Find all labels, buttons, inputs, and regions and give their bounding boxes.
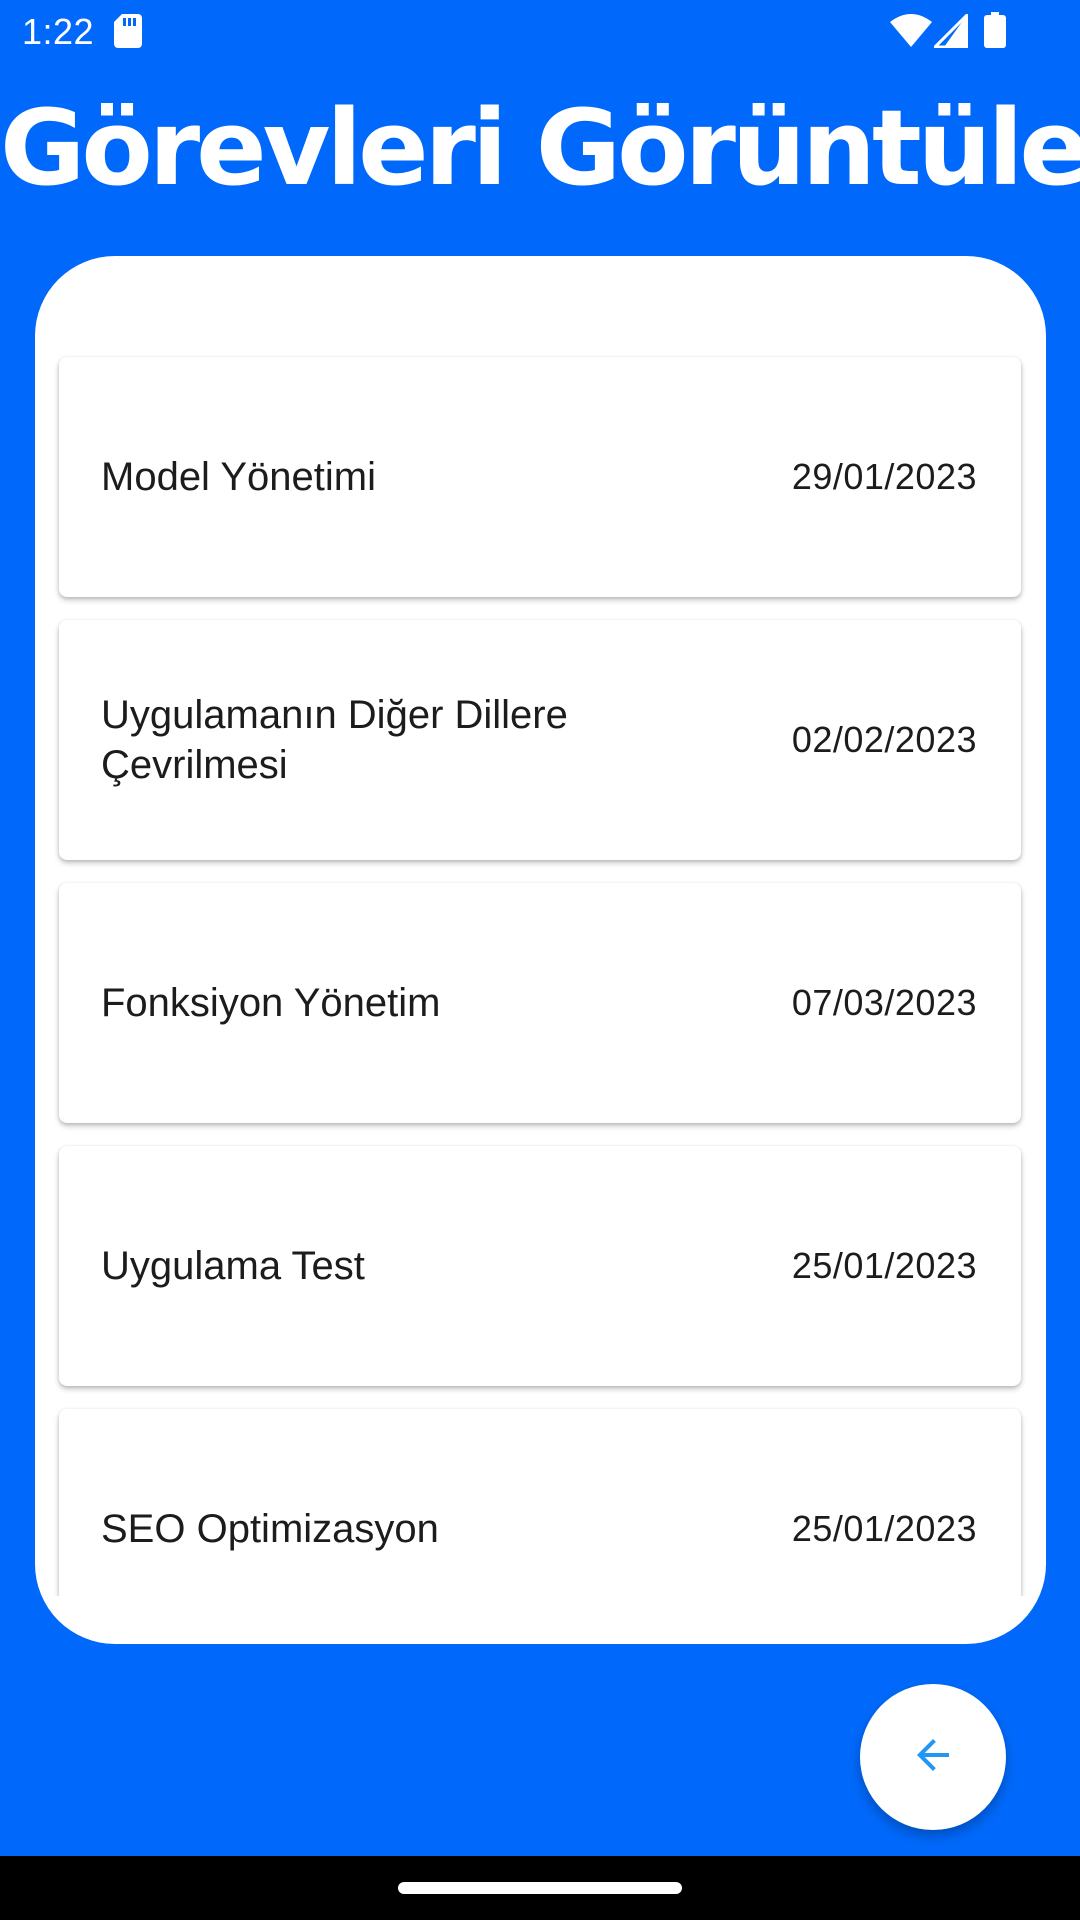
signal-icon — [931, 11, 969, 53]
page-title: Görevleri Görüntüle — [0, 87, 1080, 209]
task-panel: Model Yönetimi 29/01/2023 Uygulamanın Di… — [35, 256, 1046, 1644]
wifi-icon — [890, 14, 932, 53]
battery-icon — [984, 12, 1006, 53]
task-name: Model Yönetimi — [101, 455, 376, 499]
back-button[interactable] — [860, 1684, 1006, 1830]
task-date: 29/01/2023 — [791, 456, 977, 497]
status-bar: 1:22 — [0, 0, 1080, 64]
arrow-back-icon — [909, 1731, 957, 1784]
task-card[interactable]: Uygulama Test 25/01/2023 — [59, 1146, 1021, 1386]
status-time: 1:22 — [22, 11, 95, 52]
home-handle[interactable] — [398, 1882, 682, 1894]
task-card[interactable]: SEO Optimizasyon 25/01/2023 — [59, 1409, 1021, 1596]
task-card[interactable]: Model Yönetimi 29/01/2023 — [59, 357, 1021, 597]
task-date: 02/02/2023 — [791, 719, 977, 760]
task-name: Uygulama Test — [101, 1244, 365, 1288]
task-name: SEO Optimizasyon — [101, 1507, 439, 1551]
task-date: 07/03/2023 — [791, 982, 977, 1023]
system-nav-bar — [0, 1856, 1080, 1920]
task-card[interactable]: Fonksiyon Yönetim 07/03/2023 — [59, 883, 1021, 1123]
sd-card-icon — [114, 14, 142, 53]
task-date: 25/01/2023 — [791, 1245, 977, 1286]
task-name: Fonksiyon Yönetim — [101, 981, 441, 1025]
task-name: Uygulamanın Diğer Dillere Çevrilmesi — [101, 693, 568, 787]
task-date: 25/01/2023 — [791, 1508, 977, 1549]
task-card[interactable]: Uygulamanın Diğer Dillere Çevrilmesi 02/… — [59, 620, 1021, 860]
task-list[interactable]: Model Yönetimi 29/01/2023 Uygulamanın Di… — [35, 256, 1046, 1596]
